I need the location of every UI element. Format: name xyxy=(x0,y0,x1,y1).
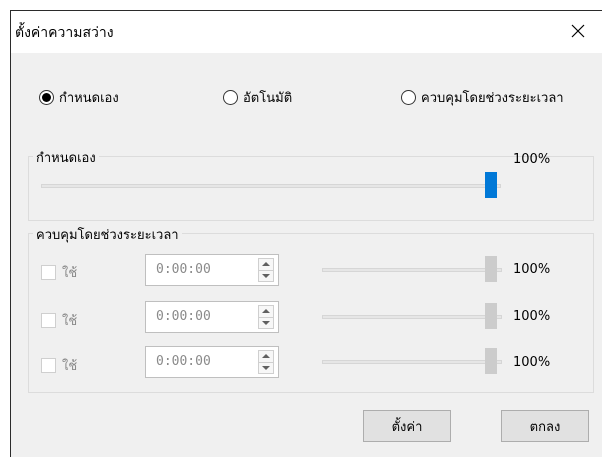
brightness-dialog: ตั้งค่าความสว่าง กำหนดเอง อัตโนมัติ ควบค… xyxy=(10,10,602,457)
schedule-slider-track[interactable] xyxy=(322,360,502,364)
spin-down-icon xyxy=(262,365,270,370)
spin-up-icon xyxy=(262,309,270,314)
mode-label-auto: อัตโนมัติ xyxy=(243,91,293,106)
schedule-slider-thumb[interactable] xyxy=(485,256,497,282)
spin-up-icon xyxy=(262,354,270,359)
manual-slider-thumb[interactable] xyxy=(485,172,497,198)
close-button[interactable] xyxy=(564,17,592,45)
schedule-slider-track[interactable] xyxy=(322,315,502,319)
spin-up-button[interactable] xyxy=(258,350,274,363)
use-checkbox[interactable] xyxy=(41,265,56,280)
time-stepper[interactable]: 0:00:00 xyxy=(145,301,279,333)
schedule-row-1-use[interactable]: ใช้ xyxy=(41,262,77,283)
time-spinner xyxy=(258,258,274,282)
schedule-row-3-percent: 100% xyxy=(513,355,551,370)
mode-label-schedule: ควบคุมโดยช่วงระยะเวลา xyxy=(421,91,564,106)
apply-button[interactable]: ตั้งค่า xyxy=(363,410,451,442)
schedule-slider-thumb[interactable] xyxy=(485,348,497,374)
schedule-row-1-percent: 100% xyxy=(513,262,551,277)
time-value: 0:00:00 xyxy=(156,354,211,369)
manual-slider-track[interactable] xyxy=(41,184,501,188)
mode-radio-auto[interactable]: อัตโนมัติ xyxy=(223,87,292,108)
schedule-row-3-use[interactable]: ใช้ xyxy=(41,355,77,376)
spin-up-button[interactable] xyxy=(258,258,274,271)
radio-button[interactable] xyxy=(223,90,238,105)
spin-down-icon xyxy=(262,273,270,278)
close-icon xyxy=(571,24,585,38)
use-label: ใช้ xyxy=(62,359,78,374)
spin-down-icon xyxy=(262,320,270,325)
schedule-slider-thumb[interactable] xyxy=(485,303,497,329)
mode-radio-schedule[interactable]: ควบคุมโดยช่วงระยะเวลา xyxy=(401,87,564,108)
mode-label-manual: กำหนดเอง xyxy=(59,91,119,106)
mode-radio-manual[interactable]: กำหนดเอง xyxy=(39,87,119,108)
title-bar: ตั้งค่าความสว่าง xyxy=(11,11,602,53)
schedule-group-label: ควบคุมโดยช่วงระยะเวลา xyxy=(33,224,182,245)
schedule-group: ควบคุมโดยช่วงระยะเวลา xyxy=(28,224,594,393)
time-stepper[interactable]: 0:00:00 xyxy=(145,346,279,378)
dialog-title: ตั้งค่าความสว่าง xyxy=(15,25,114,41)
time-spinner xyxy=(258,305,274,329)
schedule-slider-track[interactable] xyxy=(322,268,502,272)
use-checkbox[interactable] xyxy=(41,313,56,328)
use-checkbox[interactable] xyxy=(41,358,56,373)
radio-button[interactable] xyxy=(401,90,416,105)
spin-up-icon xyxy=(262,262,270,267)
spin-down-button[interactable] xyxy=(258,317,274,329)
ok-button[interactable]: ตกลง xyxy=(501,410,589,442)
radio-button[interactable] xyxy=(39,90,54,105)
manual-percent: 100% xyxy=(513,152,551,167)
time-value: 0:00:00 xyxy=(156,309,211,324)
spin-up-button[interactable] xyxy=(258,305,274,318)
manual-group: กำหนดเอง xyxy=(28,147,594,221)
apply-button-label: ตั้งค่า xyxy=(391,419,423,435)
spin-down-button[interactable] xyxy=(258,362,274,374)
ok-button-label: ตกลง xyxy=(529,419,561,435)
manual-group-label: กำหนดเอง xyxy=(33,147,99,168)
time-stepper[interactable]: 0:00:00 xyxy=(145,254,279,286)
use-label: ใช้ xyxy=(62,266,78,281)
spin-down-button[interactable] xyxy=(258,270,274,282)
use-label: ใช้ xyxy=(62,314,78,329)
schedule-row-2-percent: 100% xyxy=(513,309,551,324)
time-value: 0:00:00 xyxy=(156,262,211,277)
time-spinner xyxy=(258,350,274,374)
schedule-row-2-use[interactable]: ใช้ xyxy=(41,310,77,331)
